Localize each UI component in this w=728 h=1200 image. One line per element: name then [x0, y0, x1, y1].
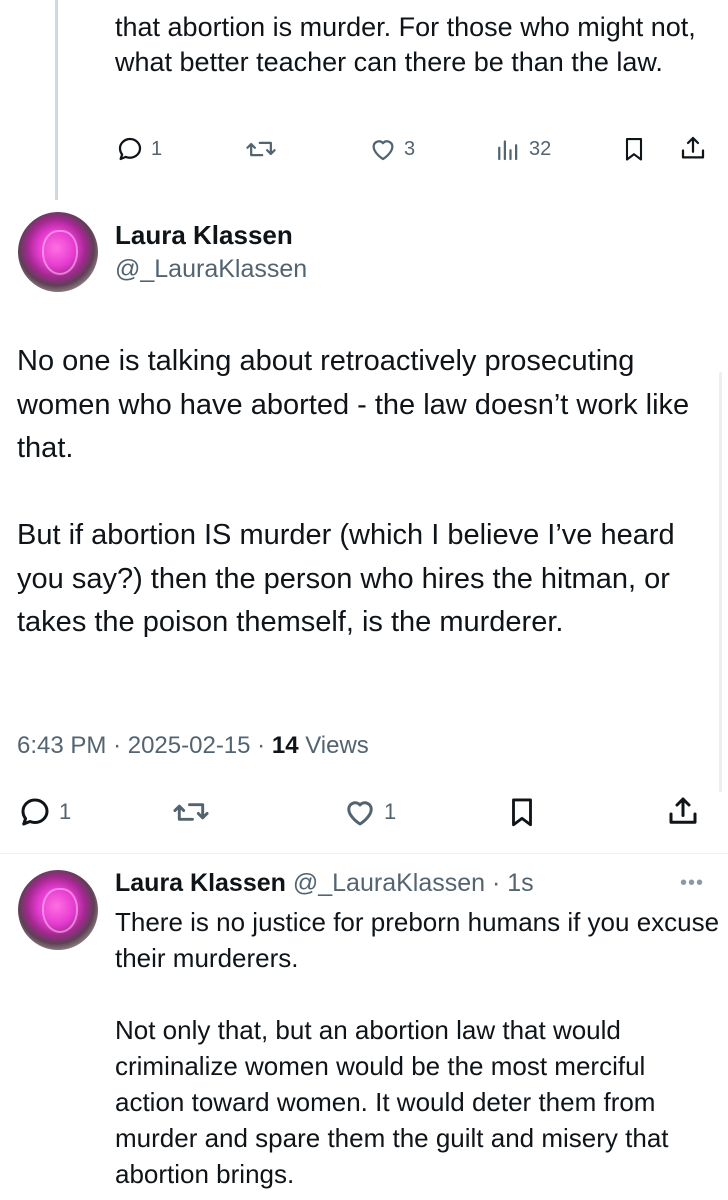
author-handle[interactable]: @_LauraKlassen	[293, 869, 485, 897]
bookmark-icon	[512, 798, 532, 827]
parent-bookmark-button[interactable]	[620, 134, 648, 164]
reply-button[interactable]: 1	[17, 794, 71, 830]
tweet-age[interactable]: 1s	[507, 869, 533, 897]
parent-views-count: 32	[529, 137, 552, 160]
like-count: 1	[384, 799, 397, 824]
author-name[interactable]: Laura Klassen	[115, 869, 286, 897]
scrollbar[interactable]	[719, 372, 722, 792]
heart-icon	[347, 801, 373, 826]
reply-count: 1	[59, 799, 72, 824]
tweet-views-label: Views	[305, 732, 369, 759]
avatar[interactable]	[18, 212, 98, 292]
reply-tweet-header: Laura Klassen @_LauraKlassen · 1s	[115, 869, 534, 898]
share-icon	[669, 797, 697, 824]
share-icon	[681, 136, 705, 159]
like-button[interactable]: 1	[342, 794, 396, 830]
tweet-action-bar: 1 1	[17, 790, 717, 834]
repost-button[interactable]	[172, 794, 210, 830]
reply-icon	[21, 798, 49, 826]
thread-connector-line	[55, 0, 58, 200]
parent-reply-button[interactable]: 1	[115, 134, 162, 164]
meta-separator: ·	[113, 732, 128, 759]
avatar[interactable]	[18, 870, 98, 950]
bookmark-button[interactable]	[505, 794, 539, 830]
tweet-text: No one is talking about retroactively pr…	[17, 345, 690, 638]
heart-icon	[372, 140, 394, 161]
share-button[interactable]	[665, 793, 701, 829]
parent-repost-button[interactable]	[245, 134, 277, 164]
time-separator: ·	[485, 869, 508, 897]
repost-icon	[173, 803, 209, 821]
repost-icon	[246, 141, 276, 157]
tweet-time[interactable]: 6:43 PM	[17, 732, 106, 759]
parent-like-button[interactable]: 3	[368, 134, 415, 164]
parent-reply-action-bar: 1 3 32	[115, 128, 715, 168]
tweet-date[interactable]: 2025-02-15	[128, 732, 251, 759]
author-handle[interactable]: @_LauraKlassen	[115, 255, 307, 284]
parent-reply-text: that abortion is murder. For those who m…	[115, 12, 696, 77]
divider	[0, 853, 728, 854]
tweet-views-count[interactable]: 14	[272, 732, 299, 759]
reply-icon	[118, 137, 142, 161]
more-icon[interactable]: •••	[680, 872, 704, 895]
bookmark-icon	[625, 138, 643, 161]
parent-reply-count: 1	[151, 137, 163, 160]
views-icon	[498, 140, 518, 161]
reply-tweet-text: There is no justice for preborn humans i…	[115, 907, 720, 1189]
meta-separator: ·	[257, 732, 272, 759]
author-name[interactable]: Laura Klassen	[115, 220, 293, 251]
parent-share-button[interactable]	[678, 133, 708, 163]
parent-views-button[interactable]: 32	[493, 134, 551, 164]
parent-like-count: 3	[404, 137, 416, 160]
tweet-metadata: 6:43 PM · 2025-02-15 · 14 Views	[17, 732, 369, 760]
